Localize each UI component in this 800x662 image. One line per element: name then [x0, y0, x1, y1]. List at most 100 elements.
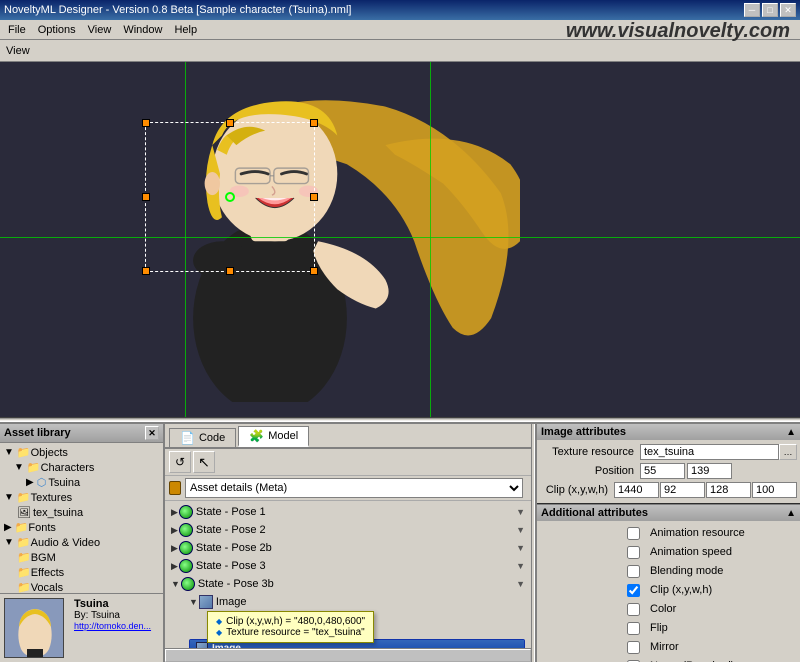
tab-bar: 📄 Code 🧩 Model — [165, 424, 531, 449]
clip-x-input[interactable] — [614, 482, 659, 498]
expand-icon: ▼ — [4, 447, 14, 458]
tree-item-objects[interactable]: ▼ 📁 Objects — [2, 445, 161, 460]
asset-library-title: Asset library — [4, 427, 71, 439]
tree-item-characters[interactable]: ▼ 📁 Characters — [2, 460, 161, 475]
state-icon-pose2b — [179, 541, 193, 555]
mirror-checkbox[interactable] — [627, 641, 640, 654]
tree-item-audio-video[interactable]: ▼ 📁 Audio & Video — [2, 535, 161, 550]
tree-row-pose2b[interactable]: ▶ State - Pose 2b ▼ — [167, 539, 529, 557]
tree-row-pose3[interactable]: ▶ State - Pose 3 ▼ — [167, 557, 529, 575]
state-icon-pose1 — [179, 505, 193, 519]
tree-item-fonts[interactable]: ▶ 📁 Fonts — [2, 520, 161, 535]
animation-resource-checkbox[interactable] — [627, 527, 640, 540]
close-button[interactable]: ✕ — [780, 3, 796, 17]
attr-color: Color — [540, 600, 797, 618]
clip-checkbox[interactable] — [627, 584, 640, 597]
handle-bottom-left[interactable] — [142, 267, 150, 275]
handle-left-middle[interactable] — [142, 193, 150, 201]
main-toolbar: View — [0, 40, 800, 62]
flip-checkbox[interactable] — [627, 622, 640, 635]
cursor-button[interactable]: ↖ — [193, 451, 215, 473]
image-node-container: ▼ Image ◆ Clip (x,y,w,h) = "480,0,480,60… — [167, 593, 529, 611]
scrollbar-thumb[interactable] — [165, 649, 531, 662]
title-bar: NoveltyML Designer - Version 0.8 Beta [S… — [0, 0, 800, 20]
tab-model[interactable]: 🧩 Model — [238, 426, 309, 447]
menu-file[interactable]: File — [2, 22, 32, 38]
texture-resource-row: Texture resource … — [540, 443, 797, 461]
tree-row-pose3b[interactable]: ▼ State - Pose 3b ▼ — [167, 575, 529, 593]
state-icon-pose2 — [179, 523, 193, 537]
tree-content: ▶ State - Pose 1 ▼ ▶ State - Pose 2 ▼ ▶ … — [165, 501, 531, 648]
image-icon-1 — [199, 595, 213, 609]
position-y-input[interactable] — [687, 463, 732, 479]
texture-resource-input[interactable] — [640, 444, 779, 460]
window-title: NoveltyML Designer - Version 0.8 Beta [S… — [4, 4, 351, 16]
position-x-input[interactable] — [640, 463, 685, 479]
asset-details-bar: Asset details (Meta) — [165, 476, 531, 501]
tree-item-textures[interactable]: ▼ 📁 Textures — [2, 490, 161, 505]
tree-horizontal-scrollbar[interactable] — [165, 648, 531, 662]
texture-browse-button[interactable]: … — [779, 444, 797, 460]
attr-blending-mode: Blending mode — [540, 562, 797, 580]
middle-panel: 📄 Code 🧩 Model ↺ ↖ Asset details (Meta) — [165, 424, 531, 662]
code-icon: 📄 — [180, 431, 195, 445]
tree-row-pose2[interactable]: ▶ State - Pose 2 ▼ — [167, 521, 529, 539]
image-attributes-content: Texture resource … Position Clip (x,y,w,… — [537, 440, 800, 503]
clip-y-input[interactable] — [660, 482, 705, 498]
attr-flip: Flip — [540, 619, 797, 637]
asset-library-panel: Asset library ✕ ▼ 📁 Objects ▼ 📁 Characte… — [0, 424, 165, 662]
character-thumbnail — [4, 598, 64, 658]
meta-icon — [169, 481, 181, 495]
bottom-row: Asset library ✕ ▼ 📁 Objects ▼ 📁 Characte… — [0, 424, 800, 662]
position-row: Position — [540, 462, 797, 480]
model-icon: 🧩 — [249, 429, 264, 443]
clip-row: Clip (x,y,w,h) — [540, 481, 797, 499]
attr-clip: Clip (x,y,w,h) — [540, 581, 797, 599]
right-panel: Image attributes ▲ Texture resource … Po… — [535, 424, 800, 662]
asset-tree: ▼ 📁 Objects ▼ 📁 Characters ▶ ⬡ Tsuina ▼ — [0, 443, 163, 593]
color-checkbox[interactable] — [627, 603, 640, 616]
refresh-button[interactable]: ↺ — [169, 451, 191, 473]
tree-item-bgm[interactable]: 📁 BGM — [2, 550, 161, 565]
folder-icon: 📁 — [17, 446, 31, 459]
maximize-button[interactable]: □ — [762, 3, 778, 17]
handle-top-right[interactable] — [310, 119, 318, 127]
tab-code[interactable]: 📄 Code — [169, 428, 236, 447]
guideline-horizontal — [0, 237, 800, 238]
attr-animation-resource: Animation resource — [540, 524, 797, 542]
additional-attributes-content: Animation resource Animation speed Blend… — [537, 521, 800, 662]
tree-item-tsuina[interactable]: ▶ ⬡ Tsuina — [2, 475, 161, 490]
menu-window[interactable]: Window — [117, 22, 168, 38]
tree-item-vocals[interactable]: 📁 Vocals — [2, 580, 161, 593]
logo: www.visualnovelty.com — [566, 20, 790, 43]
handle-top-middle[interactable] — [226, 119, 234, 127]
tree-row-pose1[interactable]: ▶ State - Pose 1 ▼ — [167, 503, 529, 521]
tree-item-tex-tsuina[interactable]: 🖼 tex_tsuina — [2, 505, 161, 520]
handle-right-middle[interactable] — [310, 193, 318, 201]
character-link[interactable]: http://tomoko.den... — [74, 621, 151, 631]
minimize-button[interactable]: ─ — [744, 3, 760, 17]
guideline-vertical-2 — [430, 62, 431, 417]
window-controls: ─ □ ✕ — [744, 3, 796, 17]
canvas-area — [0, 62, 800, 417]
asset-library-header: Asset library ✕ — [0, 424, 163, 443]
tree-item-effects[interactable]: 📁 Effects — [2, 565, 161, 580]
asset-details-dropdown[interactable]: Asset details (Meta) — [185, 478, 523, 498]
image-tooltip-1: ◆ Clip (x,y,w,h) = "480,0,480,600" ◆ Tex… — [207, 611, 374, 643]
image-attributes-section: Image attributes ▲ Texture resource … Po… — [537, 424, 800, 505]
clip-h-input[interactable] — [752, 482, 797, 498]
menu-options[interactable]: Options — [32, 22, 82, 38]
pivot-point — [225, 192, 235, 202]
animation-speed-checkbox[interactable] — [627, 546, 640, 559]
image-attributes-header: Image attributes ▲ — [537, 424, 800, 440]
handle-bottom-right[interactable] — [310, 267, 318, 275]
asset-library-close[interactable]: ✕ — [145, 426, 159, 440]
handle-bottom-middle[interactable] — [226, 267, 234, 275]
tree-row-image1[interactable]: ▼ Image — [185, 593, 529, 611]
menu-view[interactable]: View — [82, 22, 118, 38]
handle-top-left[interactable] — [142, 119, 150, 127]
selection-box — [145, 122, 315, 272]
menu-help[interactable]: Help — [168, 22, 203, 38]
clip-w-input[interactable] — [706, 482, 751, 498]
blending-mode-checkbox[interactable] — [627, 565, 640, 578]
